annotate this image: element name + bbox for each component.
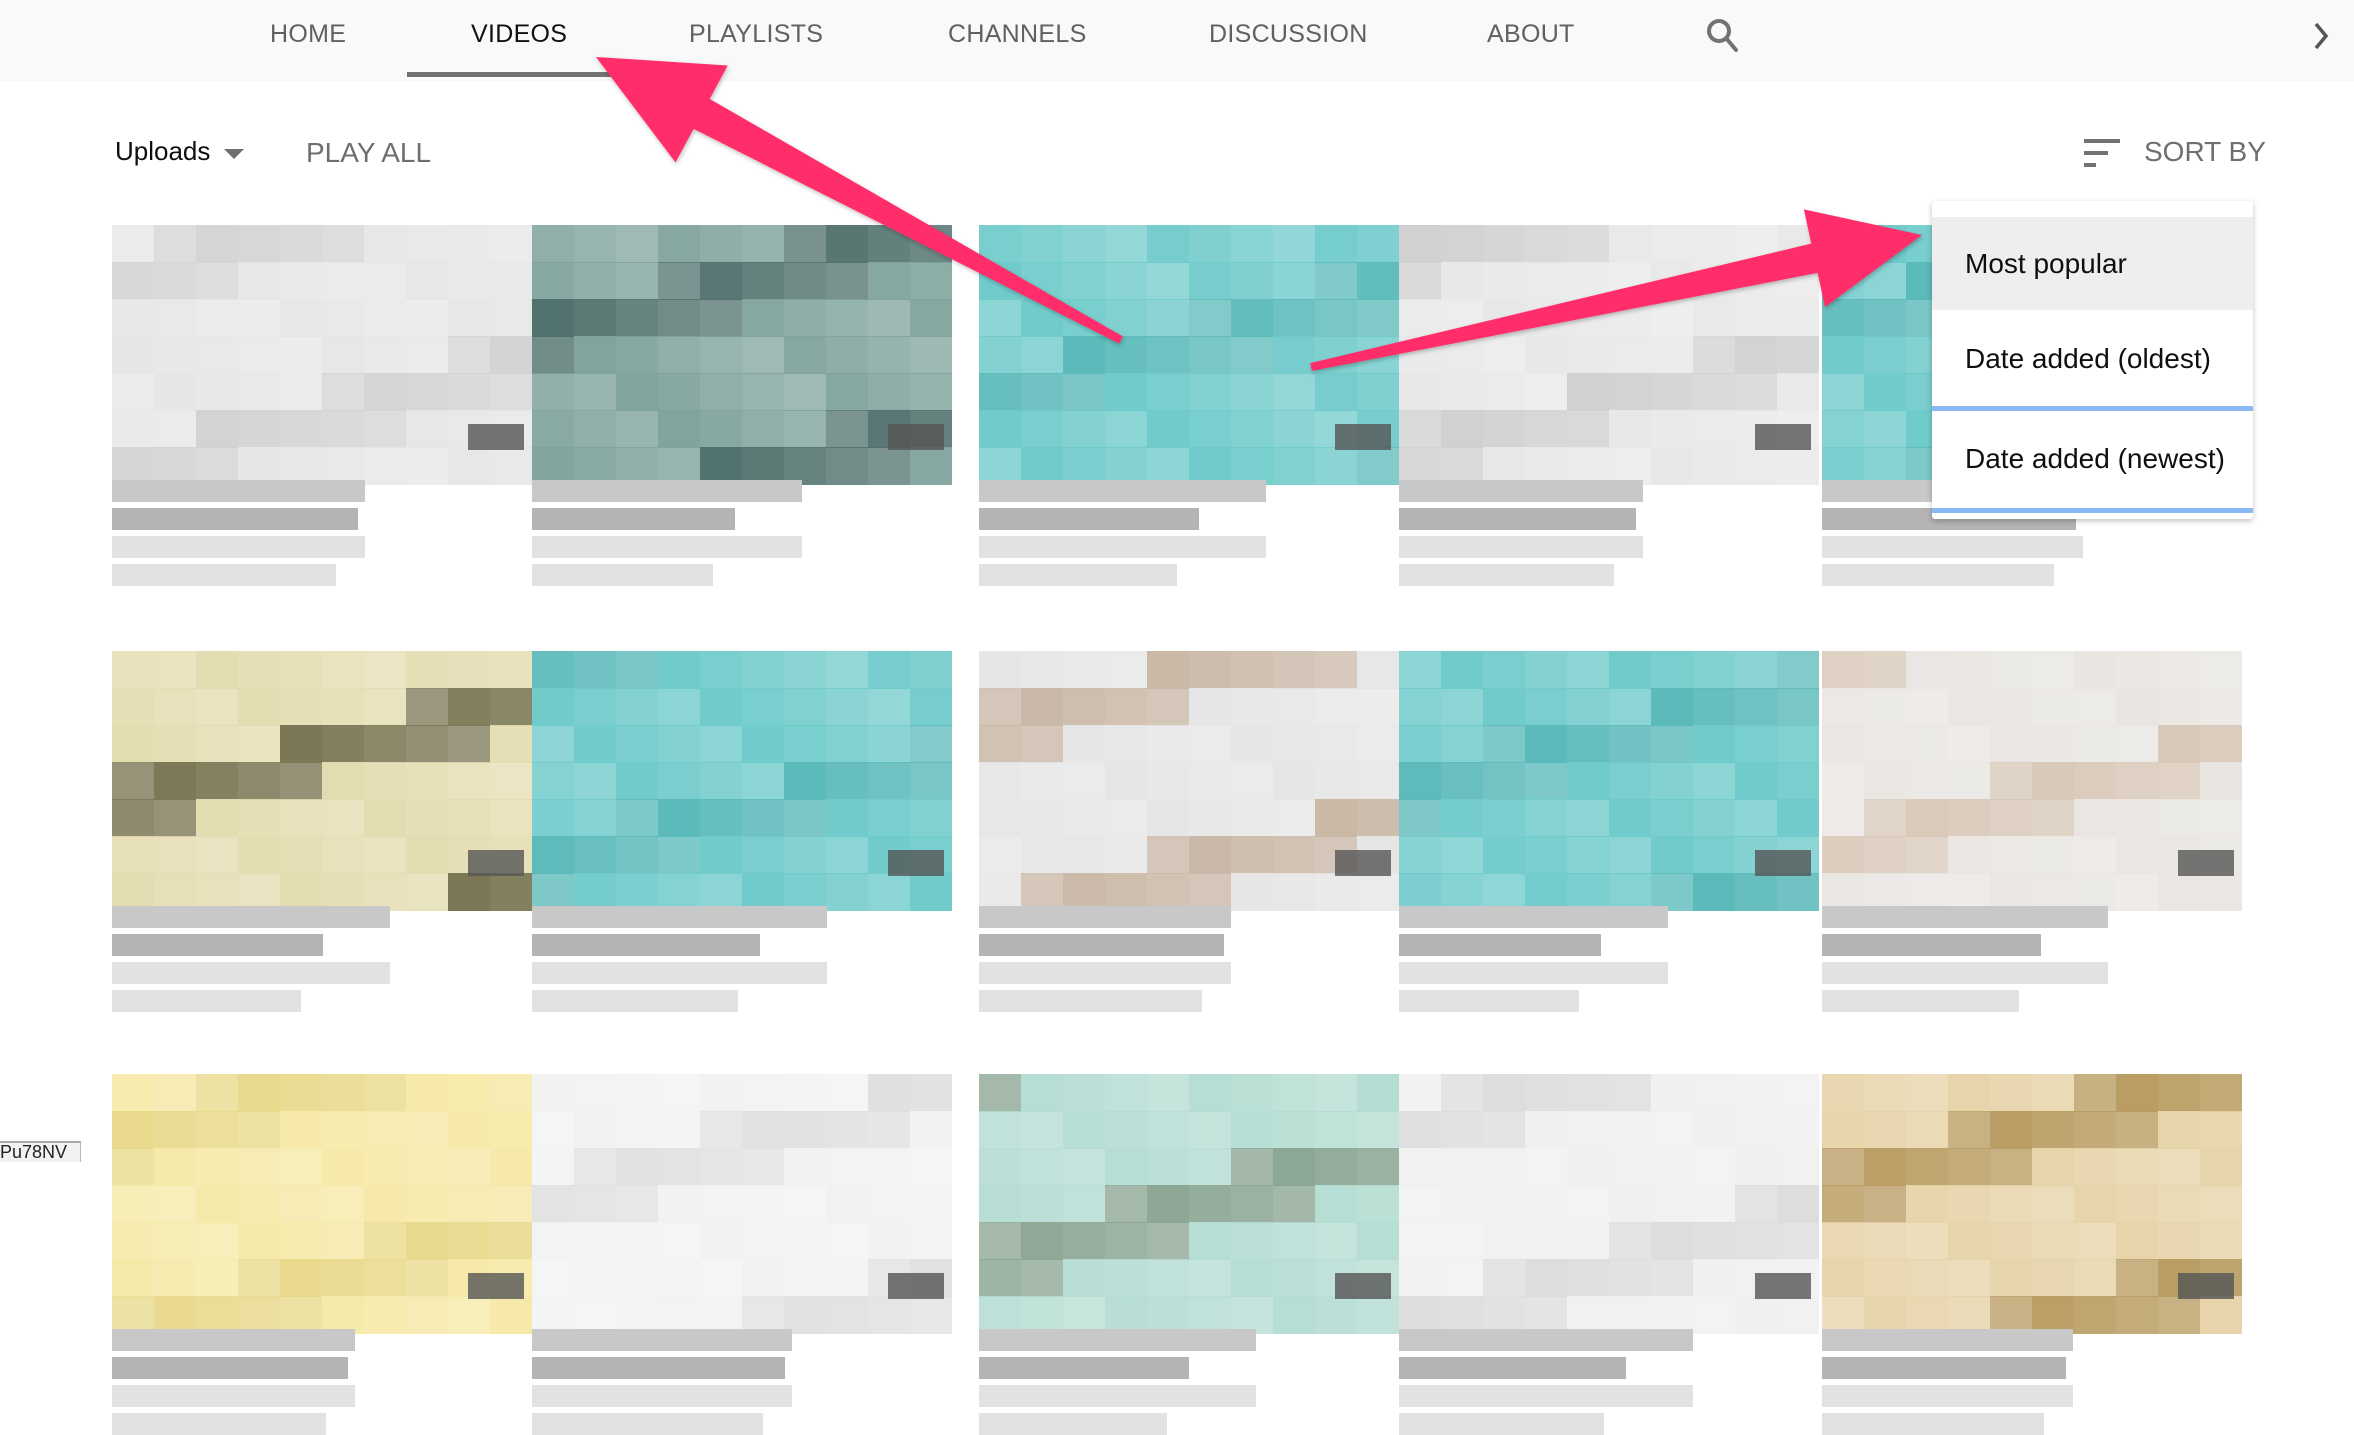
video-meta	[532, 1413, 763, 1435]
duration-badge	[1755, 850, 1811, 876]
video-thumbnail[interactable]	[532, 225, 952, 485]
video-grid	[0, 0, 2354, 1435]
video-title[interactable]	[532, 934, 760, 956]
video-meta	[979, 536, 1266, 558]
video-thumbnail[interactable]	[1822, 1074, 2242, 1334]
video-title[interactable]	[979, 508, 1199, 530]
video-meta	[1399, 1413, 1604, 1435]
video-thumbnail[interactable]	[532, 1074, 952, 1334]
video-thumbnail[interactable]	[1399, 1074, 1819, 1334]
video-thumbnail[interactable]	[532, 651, 952, 911]
video-title[interactable]	[532, 1357, 785, 1379]
video-meta	[1399, 990, 1579, 1012]
video-meta	[1822, 1385, 2073, 1407]
video-title[interactable]	[532, 906, 827, 928]
video-title[interactable]	[979, 480, 1266, 502]
duration-badge	[1755, 424, 1811, 450]
video-meta	[979, 962, 1231, 984]
video-meta	[1822, 962, 2108, 984]
duration-badge	[1335, 850, 1391, 876]
video-meta	[1822, 536, 2083, 558]
video-meta	[532, 1385, 792, 1407]
video-meta	[532, 962, 827, 984]
video-thumbnail[interactable]	[112, 651, 532, 911]
video-title[interactable]	[112, 1357, 348, 1379]
video-title[interactable]	[1399, 1357, 1626, 1379]
video-title[interactable]	[1822, 1357, 2066, 1379]
duration-badge	[888, 1273, 944, 1299]
duration-badge	[1335, 1273, 1391, 1299]
video-title[interactable]	[1822, 906, 2108, 928]
video-title[interactable]	[532, 508, 735, 530]
video-meta	[532, 536, 802, 558]
video-title[interactable]	[1399, 906, 1668, 928]
video-thumbnail[interactable]	[112, 1074, 532, 1334]
video-title[interactable]	[1822, 934, 2041, 956]
video-meta	[1399, 962, 1668, 984]
status-url-tooltip: Pu78NV	[0, 1141, 81, 1162]
video-meta	[112, 536, 365, 558]
video-meta	[979, 564, 1177, 586]
duration-badge	[2178, 1273, 2234, 1299]
video-meta	[1399, 536, 1643, 558]
video-title[interactable]	[1399, 934, 1601, 956]
video-thumbnail[interactable]	[979, 651, 1399, 911]
video-title[interactable]	[1399, 1329, 1693, 1351]
video-meta	[1399, 564, 1614, 586]
duration-badge	[1335, 424, 1391, 450]
video-thumbnail[interactable]	[979, 1074, 1399, 1334]
sort-option-most-popular[interactable]: Most popular	[1932, 217, 2253, 310]
video-meta	[1399, 1385, 1693, 1407]
video-meta	[979, 990, 1202, 1012]
video-title[interactable]	[1399, 508, 1636, 530]
video-title[interactable]	[1822, 1329, 2073, 1351]
video-title[interactable]	[112, 934, 323, 956]
video-title[interactable]	[979, 906, 1231, 928]
focus-ring-bottom	[1932, 508, 2253, 513]
video-title[interactable]	[1399, 480, 1643, 502]
video-thumbnail[interactable]	[112, 225, 532, 485]
duration-badge	[468, 850, 524, 876]
video-meta	[979, 1385, 1256, 1407]
video-title[interactable]	[532, 480, 802, 502]
video-meta	[532, 990, 738, 1012]
video-meta	[112, 1413, 326, 1435]
video-meta	[1822, 564, 2054, 586]
video-title[interactable]	[979, 1357, 1189, 1379]
video-title[interactable]	[112, 480, 365, 502]
duration-badge	[888, 424, 944, 450]
duration-badge	[468, 1273, 524, 1299]
duration-badge	[468, 424, 524, 450]
sort-option-date-newest[interactable]: Date added (newest)	[1932, 412, 2253, 505]
video-thumbnail[interactable]	[1399, 225, 1819, 485]
video-thumbnail[interactable]	[1399, 651, 1819, 911]
video-title[interactable]	[979, 934, 1224, 956]
video-meta	[1822, 990, 2019, 1012]
video-meta	[532, 564, 713, 586]
sort-option-date-oldest[interactable]: Date added (oldest)	[1932, 312, 2253, 405]
video-meta	[112, 962, 390, 984]
focus-ring-top	[1932, 406, 2253, 411]
video-title[interactable]	[532, 1329, 792, 1351]
video-meta	[112, 1385, 355, 1407]
video-title[interactable]	[979, 1329, 1256, 1351]
video-title[interactable]	[112, 508, 358, 530]
duration-badge	[1755, 1273, 1811, 1299]
duration-badge	[888, 850, 944, 876]
duration-badge	[2178, 850, 2234, 876]
sort-menu: Most popular Date added (oldest) Date ad…	[1932, 201, 2253, 519]
video-meta	[979, 1413, 1167, 1435]
video-thumbnail[interactable]	[979, 225, 1399, 485]
video-thumbnail[interactable]	[1822, 651, 2242, 911]
video-title[interactable]	[112, 906, 390, 928]
video-title[interactable]	[112, 1329, 355, 1351]
video-meta	[112, 564, 336, 586]
video-meta	[1822, 1413, 2044, 1435]
video-meta	[112, 990, 301, 1012]
